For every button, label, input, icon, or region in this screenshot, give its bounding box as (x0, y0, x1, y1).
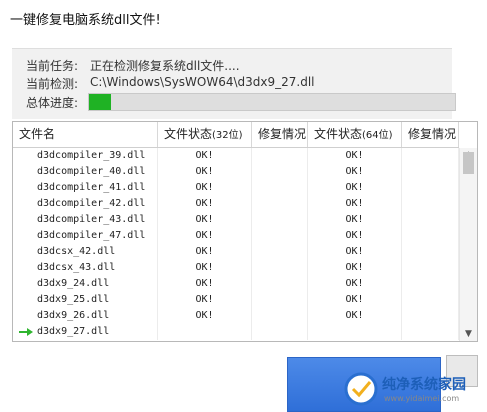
row-status-64: OK! (308, 276, 402, 292)
row-filename: d3dcompiler_40.dll (13, 164, 158, 180)
row-status-64: OK! (308, 180, 402, 196)
row-status-32: OK! (158, 148, 252, 164)
row-status-32 (158, 324, 252, 340)
row-filename: d3dcompiler_43.dll (13, 212, 158, 228)
table-row[interactable]: d3dcompiler_41.dll OK! OK! (13, 180, 459, 196)
row-status-64: OK! (308, 260, 402, 276)
row-status-64: OK! (308, 308, 402, 324)
row-repair-32 (252, 196, 308, 212)
watermark-logo-icon (344, 372, 378, 406)
row-repair-64 (402, 228, 459, 244)
row-filename: d3dx9_25.dll (13, 292, 158, 308)
row-repair-32 (252, 244, 308, 260)
row-repair-32 (252, 180, 308, 196)
table-row[interactable]: d3dcompiler_47.dll OK! OK! (13, 228, 459, 244)
row-filename: d3dx9_26.dll (13, 308, 158, 324)
row-repair-64 (402, 180, 459, 196)
row-filename: d3dcompiler_42.dll (13, 196, 158, 212)
row-status-64: OK! (308, 196, 402, 212)
table-row[interactable]: d3dcompiler_43.dll OK! OK! (13, 212, 459, 228)
row-repair-64 (402, 260, 459, 276)
row-repair-32 (252, 308, 308, 324)
column-header-repair-32[interactable]: 修复情况 (252, 122, 308, 147)
table-row[interactable]: d3dx9_24.dll OK! OK! (13, 276, 459, 292)
watermark-url: www.yidaimei.com (384, 394, 460, 403)
row-repair-64 (402, 196, 459, 212)
row-status-64: OK! (308, 212, 402, 228)
row-status-32: OK! (158, 212, 252, 228)
row-filename: d3dcompiler_47.dll (13, 228, 158, 244)
table-row[interactable]: d3dcompiler_39.dll OK! OK! (13, 148, 459, 164)
row-repair-32 (252, 212, 308, 228)
row-status-32: OK! (158, 244, 252, 260)
current-task-row: 当前任务: 正在检测修复系统dll文件.... (26, 57, 240, 74)
table-row[interactable]: d3dcompiler_42.dll OK! OK! (13, 196, 459, 212)
row-status-64: OK! (308, 164, 402, 180)
column-header-repair-64[interactable]: 修复情况 (402, 122, 459, 147)
column-header-status-32[interactable]: 文件状态(32位) (158, 122, 252, 147)
column-header-status-64[interactable]: 文件状态(64位) (308, 122, 402, 147)
status-panel: 当前任务: 正在检测修复系统dll文件.... 当前检测: C:\Windows… (12, 48, 456, 119)
row-repair-64 (402, 308, 459, 324)
dll-file-table: 文件名 文件状态(32位) 修复情况 文件状态(64位) 修复情况 d3dcom… (12, 121, 478, 342)
current-check-value: C:\Windows\SysWOW64\d3dx9_27.dll (90, 75, 315, 89)
row-status-32: OK! (158, 196, 252, 212)
scroll-thumb[interactable] (463, 152, 474, 174)
row-repair-32 (252, 164, 308, 180)
row-status-32: OK! (158, 228, 252, 244)
row-repair-32 (252, 148, 308, 164)
row-status-32: OK! (158, 292, 252, 308)
row-status-32: OK! (158, 276, 252, 292)
row-filename: d3dcsx_43.dll (13, 260, 158, 276)
progress-fill (89, 94, 111, 110)
watermark-text: 纯净系统家园 (382, 377, 466, 393)
column-header-filename[interactable]: 文件名 (13, 122, 158, 147)
row-status-32: OK! (158, 164, 252, 180)
current-check-label: 当前检测: (26, 77, 79, 91)
row-repair-32 (252, 276, 308, 292)
row-repair-32 (252, 292, 308, 308)
table-row[interactable]: d3dx9_26.dll OK! OK! (13, 308, 459, 324)
current-task-label: 当前任务: (26, 59, 79, 73)
row-repair-64 (402, 244, 459, 260)
scroll-down-icon[interactable]: ▼ (460, 327, 477, 341)
row-repair-64 (402, 276, 459, 292)
row-status-64 (308, 324, 402, 340)
row-filename: d3dcompiler_39.dll (13, 148, 158, 164)
table-row[interactable]: d3dx9_27.dll (13, 324, 459, 340)
row-status-64: OK! (308, 244, 402, 260)
vertical-scrollbar[interactable]: ▲ ▼ (459, 148, 477, 341)
current-task-value: 正在检测修复系统dll文件.... (90, 59, 240, 73)
row-repair-64 (402, 292, 459, 308)
window-title: 一键修复电脑系统dll文件! (10, 13, 161, 28)
row-repair-32 (252, 324, 308, 340)
table-row[interactable]: d3dcompiler_40.dll OK! OK! (13, 164, 459, 180)
row-repair-32 (252, 228, 308, 244)
overall-progress-label: 总体进度: (26, 96, 79, 110)
overall-progress-bar (88, 93, 456, 111)
current-check-row: 当前检测: C:\Windows\SysWOW64\d3dx9_27.dll (26, 75, 315, 92)
row-repair-32 (252, 260, 308, 276)
table-header: 文件名 文件状态(32位) 修复情况 文件状态(64位) 修复情况 (13, 122, 459, 148)
row-repair-64 (402, 212, 459, 228)
row-status-64: OK! (308, 148, 402, 164)
row-repair-64 (402, 324, 459, 340)
table-row[interactable]: d3dx9_25.dll OK! OK! (13, 292, 459, 308)
table-row[interactable]: d3dcsx_42.dll OK! OK! (13, 244, 459, 260)
row-filename: d3dx9_24.dll (13, 276, 158, 292)
table-row[interactable]: d3dcsx_43.dll OK! OK! (13, 260, 459, 276)
row-filename: d3dcsx_42.dll (13, 244, 158, 260)
overall-progress-row: 总体进度: (26, 94, 84, 111)
row-status-32: OK! (158, 260, 252, 276)
row-repair-64 (402, 148, 459, 164)
row-status-64: OK! (308, 292, 402, 308)
row-status-32: OK! (158, 308, 252, 324)
row-repair-64 (402, 164, 459, 180)
row-status-32: OK! (158, 180, 252, 196)
row-status-64: OK! (308, 228, 402, 244)
row-filename: d3dx9_27.dll (13, 324, 158, 340)
row-filename: d3dcompiler_41.dll (13, 180, 158, 196)
site-watermark: 纯净系统家园 www.yidaimei.com (344, 372, 484, 406)
